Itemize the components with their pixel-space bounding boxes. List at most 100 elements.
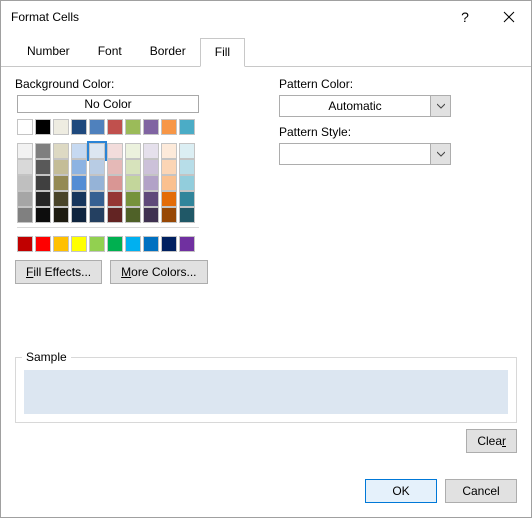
color-swatch[interactable] <box>71 119 87 135</box>
dialog-body: Background Color: No Color Fill Effects.… <box>1 67 531 469</box>
color-swatch[interactable] <box>143 207 159 223</box>
color-swatch[interactable] <box>89 175 105 191</box>
color-swatch[interactable] <box>53 191 69 207</box>
pattern-color-value: Automatic <box>280 96 430 116</box>
color-swatch[interactable] <box>71 236 87 252</box>
color-swatch[interactable] <box>53 236 69 252</box>
color-swatch[interactable] <box>125 191 141 207</box>
dialog-footer: OK Cancel <box>1 469 531 517</box>
color-swatch[interactable] <box>17 236 33 252</box>
close-button[interactable] <box>487 2 531 32</box>
color-swatch[interactable] <box>107 207 123 223</box>
color-swatch[interactable] <box>179 207 195 223</box>
color-swatch[interactable] <box>35 175 51 191</box>
color-swatch[interactable] <box>143 143 159 159</box>
color-swatch[interactable] <box>71 207 87 223</box>
background-color-label: Background Color: <box>15 77 231 91</box>
chevron-down-icon <box>430 96 450 116</box>
color-swatch[interactable] <box>71 191 87 207</box>
color-swatch[interactable] <box>71 143 87 159</box>
theme-shades-grid <box>15 143 231 223</box>
dialog-title: Format Cells <box>11 10 443 24</box>
color-swatch[interactable] <box>71 175 87 191</box>
color-swatch[interactable] <box>107 191 123 207</box>
pattern-style-value <box>280 144 430 164</box>
color-swatch[interactable] <box>17 191 33 207</box>
clear-button[interactable]: Clear <box>466 429 517 453</box>
color-swatch[interactable] <box>107 159 123 175</box>
color-swatch[interactable] <box>125 207 141 223</box>
color-swatch[interactable] <box>89 207 105 223</box>
color-swatch[interactable] <box>179 143 195 159</box>
color-swatch[interactable] <box>17 159 33 175</box>
color-swatch[interactable] <box>143 191 159 207</box>
color-swatch[interactable] <box>53 143 69 159</box>
color-swatch[interactable] <box>179 119 195 135</box>
color-swatch[interactable] <box>161 159 177 175</box>
color-swatch[interactable] <box>179 191 195 207</box>
format-cells-dialog: Format Cells ? Number Font Border Fill B… <box>0 0 532 518</box>
color-swatch[interactable] <box>161 119 177 135</box>
color-swatch[interactable] <box>161 191 177 207</box>
fill-effects-button[interactable]: Fill Effects... <box>15 260 102 284</box>
color-swatch[interactable] <box>35 159 51 175</box>
color-swatch[interactable] <box>89 119 105 135</box>
color-swatch[interactable] <box>53 159 69 175</box>
color-swatch[interactable] <box>161 207 177 223</box>
color-swatch[interactable] <box>161 236 177 252</box>
tab-number[interactable]: Number <box>13 38 84 67</box>
color-swatch[interactable] <box>143 159 159 175</box>
color-swatch[interactable] <box>179 159 195 175</box>
color-swatch[interactable] <box>89 236 105 252</box>
color-swatch[interactable] <box>143 236 159 252</box>
color-swatch[interactable] <box>107 143 123 159</box>
color-swatch[interactable] <box>107 175 123 191</box>
color-swatch[interactable] <box>89 191 105 207</box>
color-swatch[interactable] <box>125 236 141 252</box>
tab-fill[interactable]: Fill <box>200 38 245 67</box>
color-swatch[interactable] <box>53 175 69 191</box>
tab-strip: Number Font Border Fill <box>1 37 531 67</box>
theme-colors-row <box>17 119 231 135</box>
no-color-button[interactable]: No Color <box>17 95 199 113</box>
color-swatch[interactable] <box>143 175 159 191</box>
sample-group: Sample <box>15 357 517 423</box>
color-swatch[interactable] <box>161 143 177 159</box>
chevron-down-icon <box>430 144 450 164</box>
color-swatch[interactable] <box>71 159 87 175</box>
close-icon <box>503 11 515 23</box>
color-swatch[interactable] <box>89 143 105 159</box>
color-swatch[interactable] <box>125 175 141 191</box>
color-swatch[interactable] <box>17 119 33 135</box>
color-swatch[interactable] <box>161 175 177 191</box>
color-swatch[interactable] <box>125 119 141 135</box>
color-swatch[interactable] <box>35 236 51 252</box>
pattern-color-label: Pattern Color: <box>279 77 517 91</box>
more-colors-button[interactable]: More Colors... <box>110 260 207 284</box>
color-swatch[interactable] <box>35 143 51 159</box>
ok-button[interactable]: OK <box>365 479 437 503</box>
color-swatch[interactable] <box>125 143 141 159</box>
color-swatch[interactable] <box>53 119 69 135</box>
color-swatch[interactable] <box>17 207 33 223</box>
color-swatch[interactable] <box>17 143 33 159</box>
tab-border[interactable]: Border <box>136 38 200 67</box>
pattern-style-combo[interactable] <box>279 143 451 165</box>
pattern-color-combo[interactable]: Automatic <box>279 95 451 117</box>
help-button[interactable]: ? <box>443 2 487 32</box>
tab-font[interactable]: Font <box>84 38 136 67</box>
color-swatch[interactable] <box>179 236 195 252</box>
color-swatch[interactable] <box>17 175 33 191</box>
color-swatch[interactable] <box>89 159 105 175</box>
cancel-button[interactable]: Cancel <box>445 479 517 503</box>
color-swatch[interactable] <box>107 236 123 252</box>
color-swatch[interactable] <box>35 207 51 223</box>
color-swatch[interactable] <box>179 175 195 191</box>
color-swatch[interactable] <box>35 191 51 207</box>
color-divider <box>17 227 199 228</box>
color-swatch[interactable] <box>143 119 159 135</box>
color-swatch[interactable] <box>35 119 51 135</box>
color-swatch[interactable] <box>125 159 141 175</box>
color-swatch[interactable] <box>107 119 123 135</box>
color-swatch[interactable] <box>53 207 69 223</box>
